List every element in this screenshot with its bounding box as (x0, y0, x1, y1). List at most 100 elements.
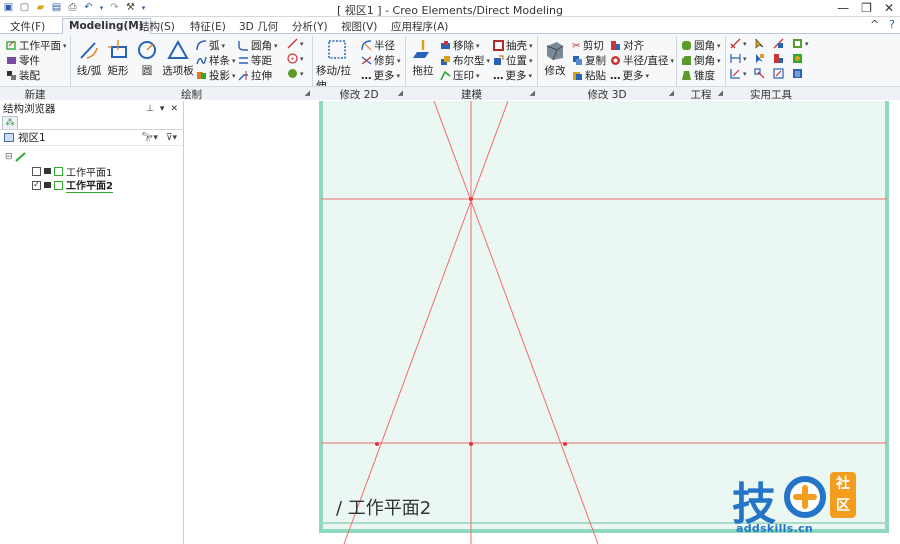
tree-tab-icon[interactable]: ⁂ (2, 116, 18, 129)
boolean-button[interactable]: 布尔型 ▾ (440, 53, 490, 68)
measure-button[interactable]: ▾ (730, 38, 747, 49)
select-tool-button[interactable] (754, 38, 765, 49)
taper-button[interactable]: 锥度 (681, 68, 715, 83)
project-button[interactable]: 投影 ▾ (196, 68, 236, 83)
more-3d-button[interactable]: … 更多 ▾ (610, 68, 649, 83)
modify-3d-button[interactable]: 修改 (542, 37, 568, 78)
tab-structure[interactable]: 结构(S) (133, 18, 181, 34)
tab-applications[interactable]: 应用程序(A) (385, 18, 454, 34)
dialog-launcher-icon[interactable]: ◢ (305, 89, 310, 97)
intersection-point[interactable] (375, 442, 379, 446)
intersection-point[interactable] (469, 197, 473, 201)
align-button[interactable]: 对齐 (610, 38, 644, 53)
paste-label: 粘贴 (585, 70, 606, 82)
visibility-checkbox[interactable] (32, 166, 41, 176)
ribbon-collapse-icon[interactable]: ^ (870, 18, 879, 31)
shell-button[interactable]: 抽壳 ▾ (493, 38, 533, 53)
maximize-button[interactable]: ❐ (861, 1, 872, 15)
dialog-launcher-icon[interactable]: ◢ (530, 89, 535, 97)
spline-button[interactable]: 样条 ▾ (196, 53, 236, 68)
tab-analysis[interactable]: 分析(Y) (286, 18, 334, 34)
close-button[interactable]: ✕ (884, 1, 894, 15)
fillet-2d-button[interactable]: 圆角 ▾ (238, 38, 278, 53)
geometry-color-button[interactable]: ▾ (287, 68, 304, 79)
move-stretch-button[interactable]: 移动/拉伸 (316, 37, 358, 93)
dialog-launcher-icon[interactable]: ◢ (398, 89, 403, 97)
circle-label: 圆 (141, 65, 153, 77)
annotation-icon (773, 68, 784, 79)
mate-tool-button[interactable] (773, 53, 784, 64)
position-button[interactable]: 位置 ▾ (493, 53, 533, 68)
construction-circle-button[interactable]: ▾ (287, 53, 304, 64)
collapse-icon[interactable]: ⊟ (5, 152, 13, 162)
pull-button[interactable]: 拖拉 (410, 37, 436, 78)
group-modify-2d-text: 修改 2D (339, 89, 379, 101)
panel-menu-icon[interactable]: ▾ (160, 104, 165, 114)
close-icon[interactable]: ✕ (170, 104, 178, 114)
filter-tool-button[interactable] (754, 53, 765, 64)
group-label-engineering: 工程 ◢ (677, 87, 725, 101)
group-label-draw: 绘制 ◢ (71, 87, 312, 101)
visibility-checkbox-checked[interactable]: ✓ (32, 180, 41, 190)
offset-icon (239, 57, 248, 64)
radius-2d-label: 半径 (374, 40, 395, 52)
palette-button[interactable]: 选项板 (162, 37, 194, 78)
tab-features[interactable]: 特征(E) (184, 18, 232, 34)
more-2d-button[interactable]: … 更多 ▾ (361, 68, 400, 83)
filter-icon[interactable]: ⊽▾ (166, 133, 177, 143)
offset-button[interactable]: 等距 (238, 53, 272, 68)
pull-label: 拖拉 (412, 65, 434, 77)
section-button[interactable]: ▾ (730, 68, 747, 79)
chevron-down-icon: ▾ (476, 71, 480, 80)
group-label-modify-3d: 修改 3D ◢ (538, 87, 676, 101)
spline-label: 样条 (209, 55, 230, 67)
pin-icon[interactable]: ⊥ (146, 104, 154, 114)
circle-button[interactable]: 圆 (134, 37, 160, 78)
viewport-icon (4, 133, 14, 142)
help-icon[interactable]: ? (889, 18, 895, 31)
tab-file[interactable]: 文件(F) (4, 18, 51, 34)
binoculars-icon[interactable]: 🔭︎▾ (142, 133, 158, 143)
filter-cursor-icon (756, 54, 764, 63)
new-assembly-button[interactable]: 装配 (6, 68, 40, 83)
chamfer-button[interactable]: 倒角 ▾ (681, 53, 721, 68)
tab-3d-geometry[interactable]: 3D 几何 (233, 18, 284, 34)
extend-label: 拉伸 (251, 70, 272, 82)
copy-button[interactable]: 复制 (572, 53, 606, 68)
more-model-button[interactable]: … 更多 ▾ (493, 68, 532, 83)
radius-2d-button[interactable]: 半径 (361, 38, 395, 53)
rectangle-button[interactable]: 矩形 (105, 37, 131, 78)
tree-root[interactable]: ⊟ (0, 150, 183, 164)
trim-button[interactable]: 修剪 ▾ (361, 53, 401, 68)
transform-tool-button[interactable] (773, 38, 784, 49)
calculator-button[interactable] (792, 68, 803, 79)
new-workplane-button[interactable]: 工作平面 ▾ (6, 38, 67, 53)
clip-tool-button[interactable] (754, 68, 765, 79)
minimize-button[interactable]: — (837, 1, 849, 15)
new-part-button[interactable]: 零件 (6, 53, 40, 68)
cut-button[interactable]: ✂ 剪切 (572, 38, 604, 53)
blend-button[interactable]: 圆角 ▾ (681, 38, 721, 53)
annotation-tool-button[interactable] (773, 68, 784, 79)
dialog-launcher-icon[interactable]: ◢ (669, 89, 674, 97)
radius-diameter-button[interactable]: 半径/直径 ▾ (610, 53, 674, 68)
dialog-launcher-icon[interactable]: ◢ (718, 89, 723, 97)
extend-button[interactable]: 拉伸 (238, 68, 272, 83)
dimension-button[interactable]: ▾ (730, 53, 747, 64)
viewport-selector[interactable]: 视区1 🔭︎▾ ⊽▾ (0, 130, 183, 146)
line-arc-button[interactable]: 线/弧 (75, 37, 103, 78)
chevron-down-icon: ▾ (717, 41, 721, 50)
intersection-point[interactable] (469, 442, 473, 446)
tab-view[interactable]: 视图(V) (335, 18, 383, 34)
tree-item-workplane1[interactable]: 工作平面1 (0, 164, 183, 179)
arc-button[interactable]: 弧 ▾ (196, 38, 225, 53)
render-button[interactable] (792, 53, 803, 64)
display-box-button[interactable]: ▾ (792, 38, 809, 49)
imprint-button[interactable]: 压印 ▾ (440, 68, 480, 83)
intersection-point[interactable] (563, 442, 567, 446)
remove-button[interactable]: 移除 ▾ (440, 38, 480, 53)
tree-item-workplane2[interactable]: ✓ 工作平面2 (0, 178, 183, 193)
line-tool-button[interactable]: ▾ (287, 38, 304, 49)
trim-label: 修剪 (374, 55, 395, 67)
paste-button[interactable]: 粘贴 (572, 68, 606, 83)
